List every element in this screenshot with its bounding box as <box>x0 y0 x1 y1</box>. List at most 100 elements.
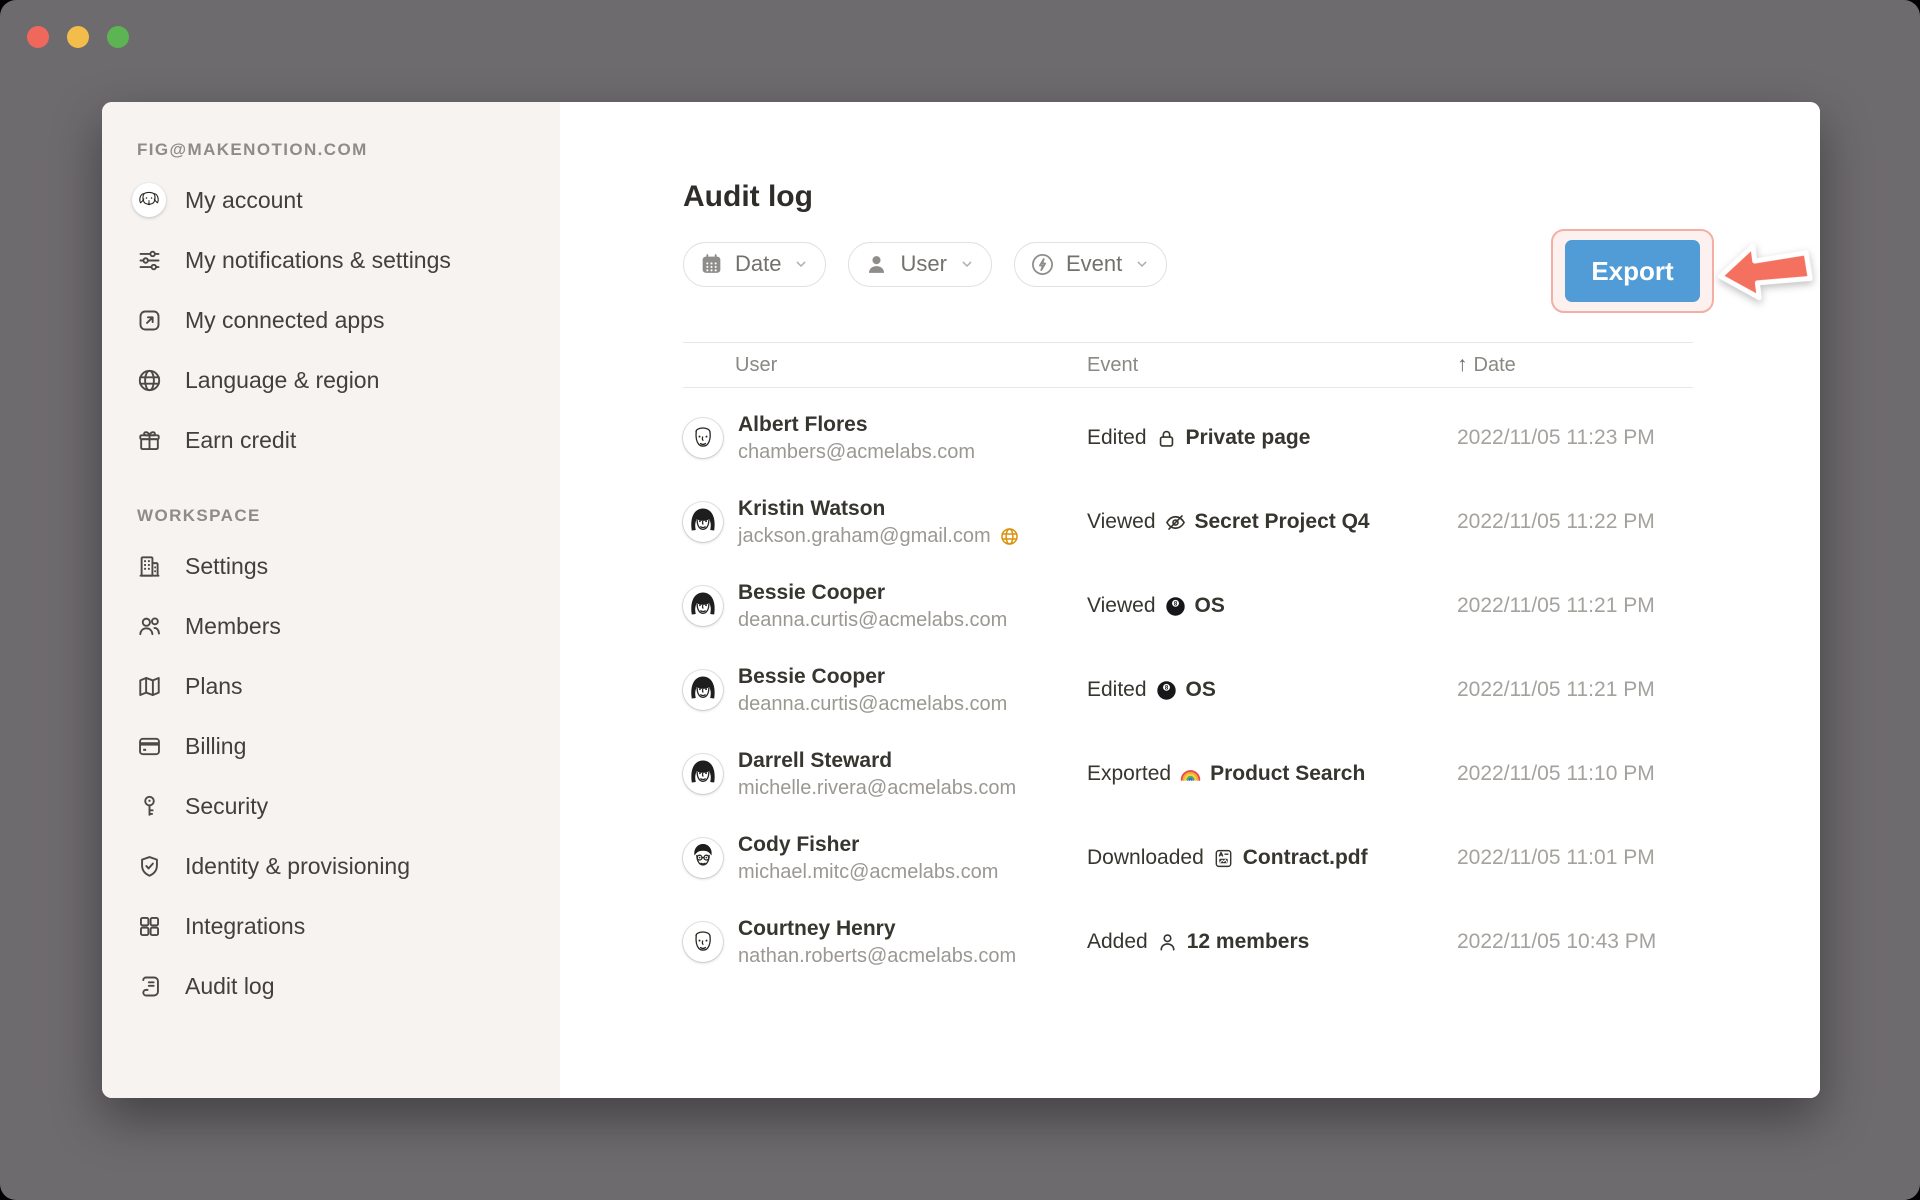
sidebar-item-label: Earn credit <box>185 426 297 453</box>
chevron-down-icon <box>1134 256 1150 272</box>
audit-log-table: User Event ↑ Date Albert Flores chambers… <box>683 342 1693 984</box>
map-icon <box>135 672 163 700</box>
filter-toolbar: Date User Event Export <box>683 229 1813 313</box>
sidebar-item-audit-log[interactable]: Audit log <box>135 956 542 1016</box>
dog-avatar <box>132 183 166 217</box>
table-header-row: User Event ↑ Date <box>683 342 1693 388</box>
event-date: 2022/11/05 11:10 PM <box>1457 762 1655 785</box>
workspace-header: WORKSPACE <box>137 506 261 525</box>
audit-log-row: Bessie Cooper deanna.curtis@acmelabs.com… <box>683 564 1693 648</box>
user-email: nathan.roberts@acmelabs.com <box>738 944 1017 967</box>
filter-event[interactable]: Event <box>1013 241 1168 287</box>
event-object: OS <box>1194 594 1225 617</box>
event-action: Edited <box>1087 426 1147 449</box>
sidebar-item-label: Plans <box>185 672 243 699</box>
event-cell: Edited 8 OS <box>1087 678 1457 702</box>
export-button[interactable]: Export <box>1565 240 1700 302</box>
user-name: Darrell Steward <box>738 748 893 772</box>
sidebar-item-my-notifications-settings[interactable]: My notifications & settings <box>135 230 542 290</box>
filter-label: Event <box>1065 251 1123 276</box>
user-name: Courtney Henry <box>738 916 896 940</box>
event-cell: Viewed Secret Project Q4 <box>1087 510 1457 534</box>
event-cell: Added 12 members <box>1087 930 1457 954</box>
filter-label: Date <box>735 251 782 276</box>
sidebar-item-billing[interactable]: Billing <box>135 716 542 776</box>
user-cell: Bessie Cooper deanna.curtis@acmelabs.com <box>683 581 1087 632</box>
event-object: Secret Project Q4 <box>1194 510 1370 533</box>
filter-user[interactable]: User <box>848 241 992 287</box>
user-cell: Cody Fisher michael.mitc@acmelabs.com <box>683 833 1087 884</box>
sidebar-item-language-region[interactable]: Language & region <box>135 350 542 410</box>
user-filled-icon <box>864 252 889 277</box>
connected-apps-icon <box>135 306 163 334</box>
event-action: Downloaded <box>1087 846 1204 869</box>
guest-globe-icon <box>999 526 1020 547</box>
event-cell: Downloaded Contract.pdf <box>1087 846 1457 870</box>
grid-icon <box>135 912 163 940</box>
lock-icon <box>1155 427 1178 450</box>
user-email: michelle.rivera@acmelabs.com <box>738 776 1017 799</box>
sidebar-item-label: Security <box>185 792 269 819</box>
audit-log-row: Kristin Watson jackson.graham@gmail.com … <box>683 480 1693 564</box>
export-annotation-group: Export <box>1551 229 1813 313</box>
avatar <box>683 502 723 542</box>
building-icon <box>135 552 163 580</box>
sidebar-item-label: Members <box>185 612 281 639</box>
key-icon <box>135 792 163 820</box>
event-cell: Viewed 8 OS <box>1087 594 1457 618</box>
sidebar-item-settings[interactable]: Settings <box>135 536 542 596</box>
user-name: Kristin Watson <box>738 496 886 520</box>
sidebar-item-security[interactable]: Security <box>135 776 542 836</box>
table-body: Albert Flores chambers@acmelabs.com Edit… <box>683 388 1693 984</box>
event-date: 2022/11/05 11:01 PM <box>1457 846 1655 869</box>
workspace-nav: Settings Members Plans Billing Security … <box>135 536 542 1016</box>
sidebar-item-identity-provisioning[interactable]: Identity & provisioning <box>135 836 542 896</box>
document-icon <box>1212 847 1235 870</box>
user-cell: Albert Flores chambers@acmelabs.com <box>683 413 1087 464</box>
sidebar-item-label: Settings <box>185 552 269 579</box>
event-date: 2022/11/05 10:43 PM <box>1457 930 1657 953</box>
sidebar-item-label: My connected apps <box>185 306 385 333</box>
close-window-button[interactable] <box>27 26 49 48</box>
event-cell: Exported Product Search <box>1087 762 1457 786</box>
avatar <box>683 418 723 458</box>
audit-log-row: Cody Fisher michael.mitc@acmelabs.com Do… <box>683 816 1693 900</box>
sidebar-item-my-account[interactable]: My account <box>132 170 542 230</box>
audit-log-row: Bessie Cooper deanna.curtis@acmelabs.com… <box>683 648 1693 732</box>
calendar-icon <box>699 252 724 277</box>
globe-icon <box>135 366 163 394</box>
event-object: Product Search <box>1210 762 1366 785</box>
settings-sidebar: FIG@MAKENOTION.COM My account My notific… <box>102 102 560 1098</box>
eight-ball-icon: 8 <box>1155 679 1178 702</box>
lightning-icon <box>1030 252 1055 277</box>
filter-date[interactable]: Date <box>683 241 827 287</box>
settings-modal: FIG@MAKENOTION.COM My account My notific… <box>102 102 1820 1098</box>
column-header-date[interactable]: ↑ Date <box>1457 353 1693 377</box>
avatar <box>683 838 723 878</box>
event-date: 2022/11/05 11:22 PM <box>1457 510 1655 533</box>
gift-icon <box>135 426 163 454</box>
desktop-background: FIG@MAKENOTION.COM My account My notific… <box>0 0 1920 1200</box>
sidebar-item-label: Identity & provisioning <box>185 852 411 879</box>
sidebar-item-plans[interactable]: Plans <box>135 656 542 716</box>
event-date: 2022/11/05 11:21 PM <box>1457 594 1655 617</box>
filter-label: User <box>900 251 947 276</box>
event-object: Contract.pdf <box>1242 846 1368 869</box>
event-action: Viewed <box>1087 594 1156 617</box>
sidebar-item-integrations[interactable]: Integrations <box>135 896 542 956</box>
event-object: Private page <box>1185 426 1311 449</box>
sidebar-item-label: My account <box>185 186 303 213</box>
account-email-header: FIG@MAKENOTION.COM <box>137 140 368 159</box>
audit-log-page: Audit log Date User Event Export User Ev… <box>560 102 1820 1098</box>
shield-check-icon <box>135 852 163 880</box>
sidebar-item-my-connected-apps[interactable]: My connected apps <box>135 290 542 350</box>
audit-log-row: Courtney Henry nathan.roberts@acmelabs.c… <box>683 900 1693 984</box>
event-action: Exported <box>1087 762 1172 785</box>
export-highlight-ring: Export <box>1551 229 1714 313</box>
sidebar-item-earn-credit[interactable]: Earn credit <box>135 410 542 470</box>
sidebar-item-label: Integrations <box>185 912 306 939</box>
minimize-window-button[interactable] <box>67 26 89 48</box>
sidebar-item-members[interactable]: Members <box>135 596 542 656</box>
zoom-window-button[interactable] <box>107 26 129 48</box>
event-object: 12 members <box>1186 930 1310 953</box>
